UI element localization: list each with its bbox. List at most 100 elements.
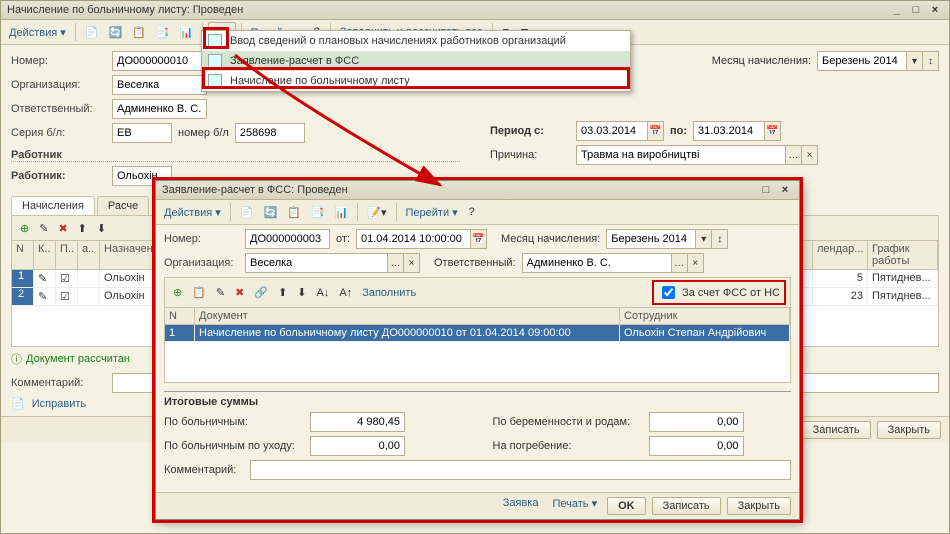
edit-icon[interactable]: ✎ <box>35 218 52 238</box>
stepper-icon[interactable]: ↕ <box>712 229 728 249</box>
period-to-field[interactable] <box>693 121 765 141</box>
inner-from-field[interactable] <box>356 229 471 249</box>
menu-item-plan[interactable]: Ввод сведений о плановых начислениях раб… <box>202 31 630 51</box>
tot-v1[interactable] <box>310 412 405 432</box>
add-icon[interactable]: ⊕ <box>169 283 186 303</box>
tab-calc[interactable]: Расче <box>97 196 149 215</box>
minimize-icon[interactable]: _ <box>889 4 905 16</box>
ok-button[interactable]: OK <box>607 497 646 515</box>
save-button[interactable]: Записать <box>802 421 871 439</box>
tb-icon[interactable]: 📊 <box>331 202 353 222</box>
tab-accruals[interactable]: Начисления <box>11 196 95 215</box>
up-icon[interactable]: ⬆ <box>74 218 91 238</box>
delete-icon[interactable]: ✖ <box>54 218 71 238</box>
down-icon[interactable]: ⬇ <box>93 218 110 238</box>
clear-icon[interactable]: × <box>688 253 704 273</box>
help-icon[interactable]: ? <box>464 202 480 222</box>
close-button[interactable]: Закрыть <box>727 497 791 515</box>
col-p[interactable]: П.. <box>56 241 78 269</box>
col-a[interactable]: а.. <box>78 241 100 269</box>
edit-icon[interactable]: ✎ <box>212 283 229 303</box>
tb-icon[interactable]: 📑 <box>307 202 329 222</box>
reason-clear[interactable]: × <box>802 145 818 165</box>
ref-icon[interactable]: 🔗 <box>250 283 272 303</box>
delete-icon[interactable]: ✖ <box>231 283 248 303</box>
month-dropdown[interactable]: ▾ <box>907 51 923 71</box>
close-icon[interactable]: × <box>777 184 793 196</box>
save-button[interactable]: Записать <box>652 497 721 515</box>
col-n[interactable]: N <box>12 241 34 269</box>
request-button[interactable]: Заявка <box>499 497 543 515</box>
tb-icon-2[interactable]: 🔄 <box>104 22 126 42</box>
inner-comment-field[interactable] <box>250 460 791 480</box>
tb-icon[interactable]: 📄 <box>236 202 258 222</box>
maximize-icon[interactable]: □ <box>758 184 774 196</box>
tb-icon-1[interactable]: 📄 <box>81 22 103 42</box>
fill-button[interactable]: Заполнить <box>358 287 420 299</box>
inner-num-label: Номер: <box>164 233 239 245</box>
reason-field[interactable] <box>576 145 786 165</box>
maximize-icon[interactable]: □ <box>908 4 924 16</box>
tb-icon[interactable]: 🔄 <box>259 202 281 222</box>
col-doc[interactable]: Документ <box>195 308 620 324</box>
info-icon: ⓘ <box>11 351 22 367</box>
document-icon <box>208 34 222 48</box>
actions-menu[interactable]: Действия ▾ <box>5 26 70 39</box>
col-k[interactable]: К.. <box>34 241 56 269</box>
col-emp[interactable]: Сотрудник <box>620 308 790 324</box>
close-icon[interactable]: × <box>927 4 943 16</box>
tb-icon-4[interactable]: 📑 <box>152 22 174 42</box>
tot-v2[interactable] <box>310 436 405 456</box>
col-n[interactable]: N <box>165 308 195 324</box>
inner-org-field[interactable] <box>245 253 388 273</box>
close-button[interactable]: Закрыть <box>877 421 941 439</box>
period-from-field[interactable] <box>576 121 648 141</box>
fix-icon[interactable]: 📄 <box>11 398 25 410</box>
print-button[interactable]: Печать ▾ <box>548 497 601 515</box>
add-icon[interactable]: ⊕ <box>16 218 33 238</box>
tb-icon-5[interactable]: 📊 <box>176 22 198 42</box>
actions-menu[interactable]: Действия ▾ <box>160 206 225 219</box>
dropdown-icon[interactable]: ▾ <box>696 229 712 249</box>
calendar-icon[interactable]: 📅 <box>765 121 781 141</box>
col-gr[interactable]: График работы <box>868 241 938 269</box>
tb-icon[interactable]: 📝▾ <box>363 202 390 222</box>
worker-label: Работник: <box>11 170 106 182</box>
fss-ns-checkbox[interactable]: За счет ФСС от НС <box>652 280 786 305</box>
fix-link[interactable]: Исправить <box>28 398 90 410</box>
tot-rv2[interactable] <box>649 436 744 456</box>
resp-label: Ответственный: <box>11 103 106 115</box>
period-label: Период с: <box>490 125 570 137</box>
number-field[interactable] <box>112 51 207 71</box>
tot-rv1[interactable] <box>649 412 744 432</box>
goto-menu[interactable]: Перейти ▾ <box>402 206 462 219</box>
select-icon[interactable]: … <box>672 253 688 273</box>
down-icon[interactable]: ⬇ <box>293 283 310 303</box>
clear-icon[interactable]: × <box>404 253 420 273</box>
reason-select[interactable]: … <box>786 145 802 165</box>
col-cal[interactable]: лендар... <box>813 241 868 269</box>
tb-icon[interactable]: 📋 <box>283 202 305 222</box>
up-icon[interactable]: ⬆ <box>274 283 291 303</box>
calendar-icon[interactable]: 📅 <box>648 121 664 141</box>
col-naz[interactable]: Назначен... <box>100 241 155 269</box>
resp-field[interactable] <box>112 99 207 119</box>
org-label: Организация: <box>11 79 106 91</box>
info-text: Документ рассчитан <box>26 353 130 365</box>
sort-asc-icon[interactable]: A↓ <box>313 283 334 303</box>
inner-number-field[interactable] <box>245 229 330 249</box>
add-copy-icon[interactable]: 📋 <box>188 283 210 303</box>
table-row[interactable]: 1 Начисление по больничному листу ДО0000… <box>165 325 790 342</box>
month-stepper[interactable]: ↕ <box>923 51 939 71</box>
sort-desc-icon[interactable]: A↑ <box>335 283 356 303</box>
number-label: Номер: <box>11 55 106 67</box>
tb-icon-3[interactable]: 📋 <box>128 22 150 42</box>
org-field[interactable] <box>112 75 207 95</box>
calendar-icon[interactable]: 📅 <box>471 229 487 249</box>
select-icon[interactable]: … <box>388 253 404 273</box>
month-field[interactable] <box>817 51 907 71</box>
inner-window: Заявление-расчет в ФСС: Проведен □ × Дей… <box>155 180 800 520</box>
inner-month-field[interactable] <box>606 229 696 249</box>
inner-resp-field[interactable] <box>522 253 672 273</box>
series-field[interactable] <box>112 123 172 143</box>
